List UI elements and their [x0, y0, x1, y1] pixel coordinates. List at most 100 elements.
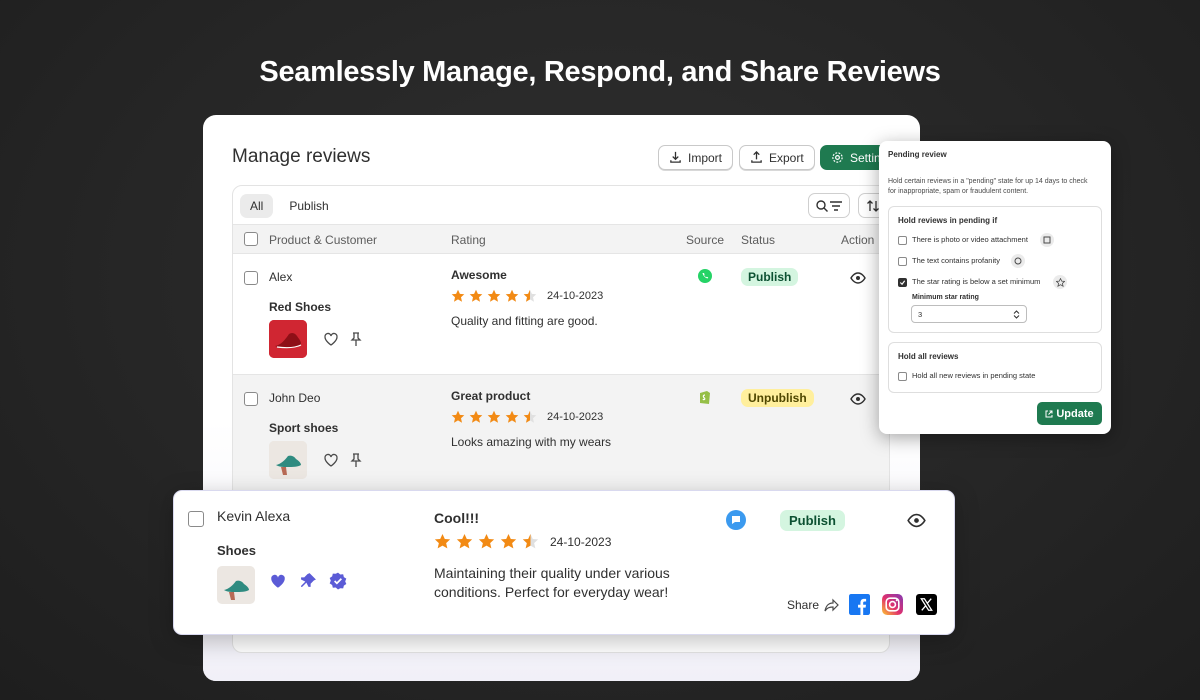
product-name: Shoes [217, 543, 257, 558]
status-badge: Unpublish [741, 389, 814, 407]
table-row[interactable]: Alex Red Shoes Awesome 24-10-2023 Qualit… [233, 254, 889, 375]
tab-all[interactable]: All [240, 194, 274, 218]
option-checkbox-attachment[interactable] [898, 236, 907, 245]
pin-icon[interactable] [348, 331, 364, 347]
product-thumbnail [269, 441, 307, 479]
half-star-icon [523, 289, 537, 302]
review-text: Quality and fitting are good. [451, 314, 598, 328]
share-arrow-icon[interactable] [824, 597, 840, 613]
review-title: Great product [451, 389, 531, 403]
star-icon [478, 533, 495, 549]
whatsapp-icon [698, 269, 712, 283]
export-label: Export [769, 150, 804, 165]
tab-publish[interactable]: Publish [279, 194, 338, 218]
download-icon [670, 151, 681, 163]
option-label: The star rating is below a set minimum [912, 277, 1041, 286]
review-date: 24-10-2023 [547, 411, 604, 423]
star-icon [505, 410, 519, 423]
half-star-icon [522, 533, 539, 549]
search-icon [816, 199, 828, 212]
eye-icon[interactable] [850, 391, 866, 407]
option-label: The text contains profanity [912, 256, 1000, 265]
review-title: Awesome [451, 268, 507, 282]
select-all-checkbox[interactable] [244, 232, 258, 246]
star-icon [434, 533, 451, 549]
import-button[interactable]: Import [658, 145, 734, 170]
hold-all-checkbox[interactable] [898, 372, 907, 381]
eye-icon[interactable] [907, 511, 926, 530]
star-icon [451, 410, 465, 423]
filter-icon [830, 200, 842, 211]
product-thumbnail [217, 566, 255, 604]
column-source: Source [686, 233, 725, 247]
upload-icon [751, 151, 762, 163]
heart-icon[interactable] [323, 452, 339, 468]
search-filter-button[interactable] [808, 193, 850, 218]
option-checkbox-star-minimum[interactable] [898, 278, 907, 287]
column-product: Product & Customer [269, 233, 378, 247]
review-title: Cool!!! [434, 510, 480, 526]
status-badge: Publish [741, 268, 799, 286]
min-rating-label: Minimum star rating [912, 294, 979, 301]
verified-badge-icon [329, 572, 347, 590]
select-arrows-icon [1013, 310, 1020, 319]
product-thumbnail [269, 320, 307, 358]
share-label: Share [787, 598, 820, 612]
shopify-icon [700, 391, 710, 404]
hold-if-section: Hold reviews in pending if There is phot… [888, 206, 1102, 333]
heart-filled-icon[interactable] [269, 572, 287, 590]
review-date: 24-10-2023 [547, 290, 604, 302]
customer-name: John Deo [269, 391, 321, 405]
min-rating-value: 3 [918, 310, 923, 319]
heart-icon[interactable] [323, 331, 339, 347]
row-checkbox[interactable] [188, 511, 204, 527]
x-twitter-icon[interactable] [916, 594, 937, 615]
profanity-icon [1011, 254, 1025, 268]
filter-tabs: All Publish [240, 194, 339, 218]
star-rating: 24-10-2023 [451, 289, 603, 303]
page-title: Manage reviews [232, 146, 371, 167]
facebook-icon[interactable] [849, 594, 870, 615]
sort-icon [867, 199, 879, 212]
star-outline-icon [1053, 275, 1067, 289]
settings-label: Settin [850, 150, 881, 165]
star-icon [451, 289, 465, 302]
half-star-icon [523, 410, 537, 423]
headline: Seamlessly Manage, Respond, and Share Re… [259, 56, 941, 88]
eye-icon[interactable] [850, 270, 866, 286]
export-button[interactable]: Export [739, 145, 815, 170]
customer-name: Kevin Alexa [217, 508, 291, 524]
product-name: Sport shoes [269, 421, 339, 435]
pin-filled-icon[interactable] [300, 572, 317, 589]
min-rating-select[interactable]: 3 [911, 305, 1027, 323]
row-checkbox[interactable] [244, 392, 258, 406]
star-icon [500, 533, 517, 549]
column-status: Status [741, 233, 776, 247]
status-badge: Publish [780, 510, 845, 531]
column-action: Action [841, 233, 875, 247]
option-checkbox-profanity[interactable] [898, 257, 907, 266]
star-icon [456, 533, 473, 549]
star-icon [487, 289, 501, 302]
update-button[interactable]: Update [1037, 402, 1102, 425]
table-row[interactable]: John Deo Sport shoes Great product 24-10… [233, 375, 889, 495]
import-label: Import [688, 150, 723, 165]
featured-review-card[interactable]: Kevin Alexa Shoes Cool!!! 24-10-2023 Mai… [173, 490, 955, 635]
customer-name: Alex [269, 270, 293, 284]
star-icon [505, 289, 519, 302]
star-rating: 24-10-2023 [434, 533, 611, 550]
star-icon [469, 289, 483, 302]
gear-icon [832, 152, 843, 163]
row-checkbox[interactable] [244, 271, 258, 285]
star-icon [469, 410, 483, 423]
hold-all-label: Hold all new reviews in pending state [912, 371, 1036, 380]
popup-description: Hold certain reviews in a "pending" stat… [888, 178, 1088, 195]
hold-if-heading: Hold reviews in pending if [898, 216, 998, 225]
pending-review-popup: Pending review Hold certain reviews in a… [879, 141, 1111, 434]
star-rating: 24-10-2023 [451, 410, 603, 424]
hold-all-heading: Hold all reviews [898, 352, 959, 361]
media-icon [1040, 233, 1054, 247]
pin-icon[interactable] [348, 452, 364, 468]
option-label: There is photo or video attachment [912, 235, 1028, 244]
instagram-icon[interactable] [882, 594, 903, 615]
